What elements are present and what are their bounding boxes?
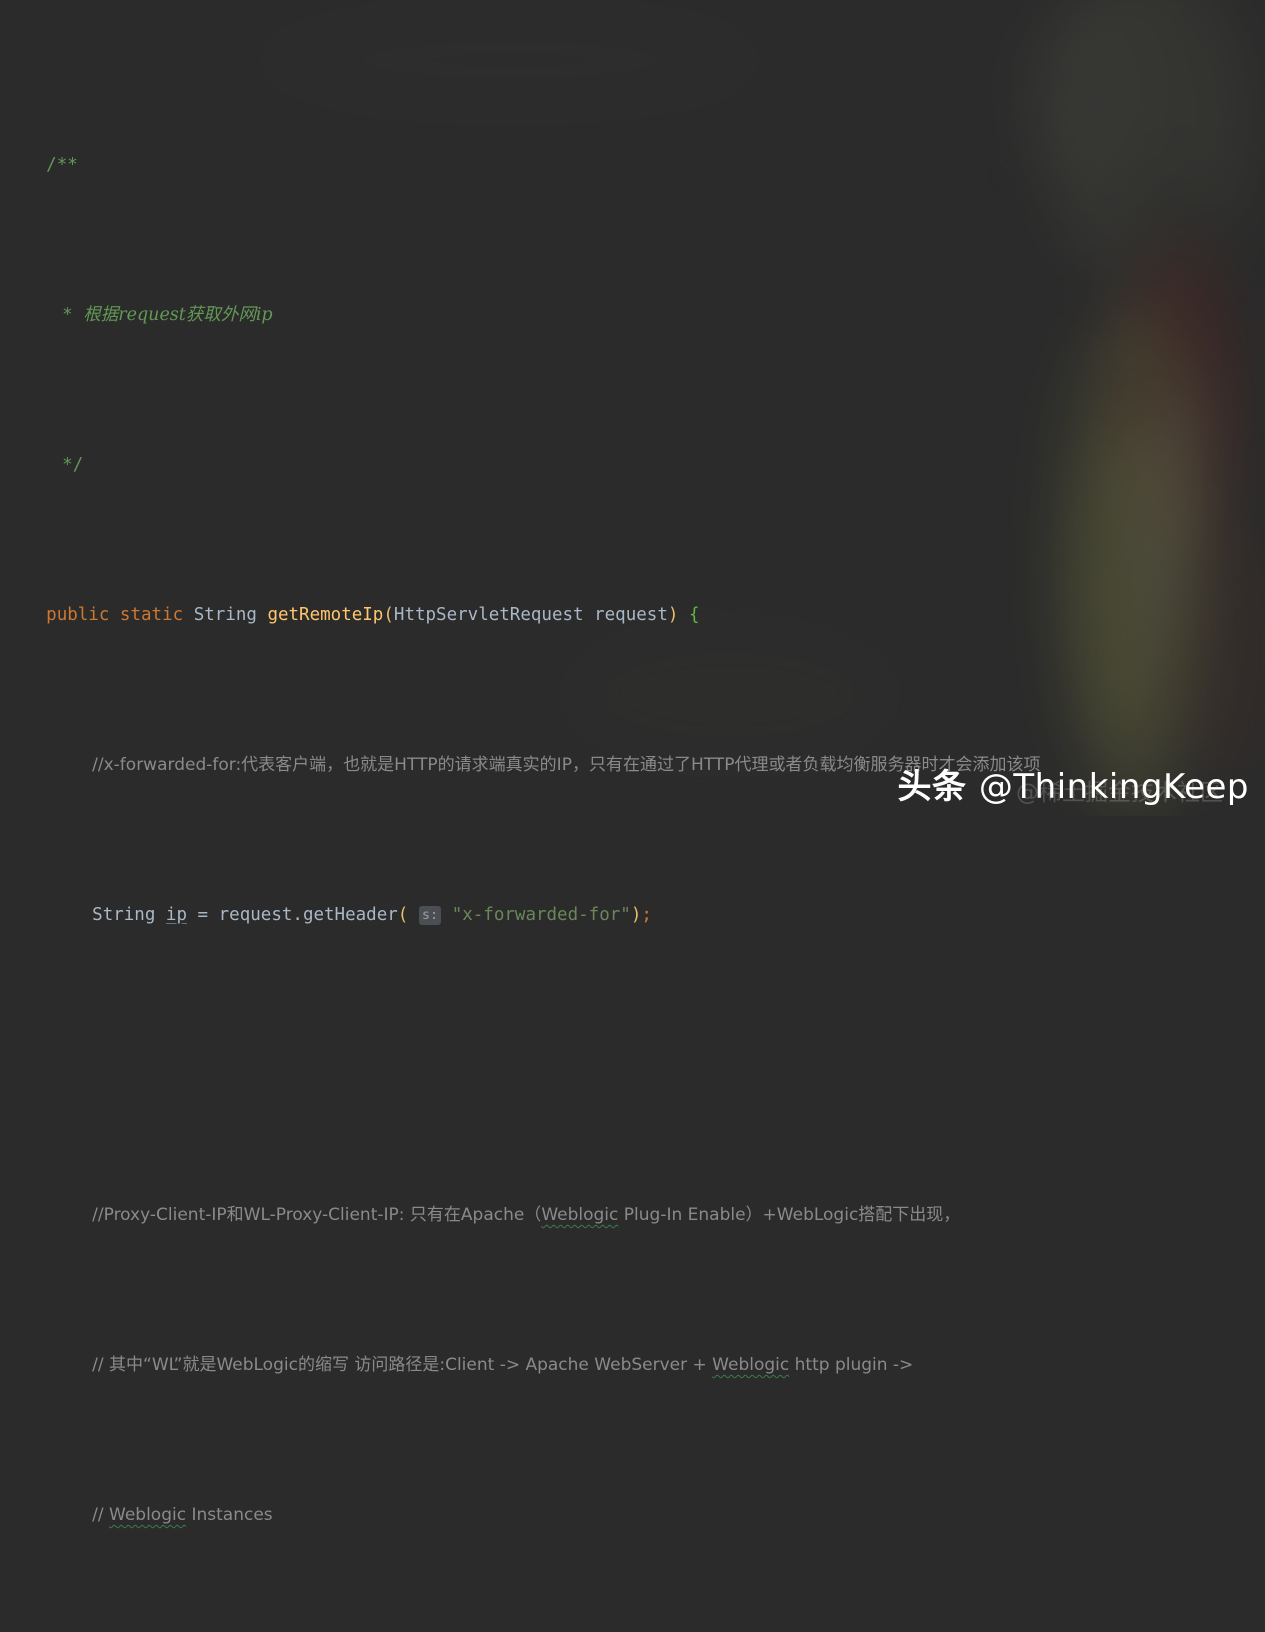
comment-path-c: http plugin -> bbox=[789, 1355, 914, 1375]
code-editor[interactable]: /** * 根据request获取外网ip */ public static S… bbox=[0, 0, 1265, 1525]
keyword-static: static bbox=[119, 605, 184, 625]
watermark-toutiao: 头条 @ThinkingKeep bbox=[898, 766, 1249, 808]
param-name: request bbox=[594, 605, 668, 625]
javadoc-star: * bbox=[62, 305, 73, 325]
comment-instances-a: // bbox=[92, 1505, 110, 1525]
semicolon: ; bbox=[641, 905, 652, 925]
assign-operator: = bbox=[197, 905, 209, 925]
comment-typo-weblogic: Weblogic bbox=[712, 1355, 790, 1375]
comment-path-a: // 其中“WL”就是WebLogic的缩写 访问路径是:Client -> A… bbox=[92, 1355, 713, 1375]
comment-typo-weblogic: Weblogic bbox=[541, 1205, 619, 1225]
paren-close: ) bbox=[667, 605, 679, 625]
code-line[interactable]: * 根据request获取外网ip bbox=[0, 270, 1265, 325]
code-line[interactable]: /** bbox=[0, 120, 1265, 175]
dot: . bbox=[292, 905, 303, 925]
paren-open: ( bbox=[383, 605, 394, 625]
watermark-handle: @ThinkingKeep bbox=[978, 767, 1249, 807]
method-name: getRemoteIp bbox=[267, 605, 384, 625]
paren-close: ) bbox=[630, 905, 642, 925]
return-type: String bbox=[193, 605, 257, 625]
code-line[interactable]: */ bbox=[0, 420, 1265, 475]
variable-ip: ip bbox=[165, 905, 187, 925]
receiver-request: request bbox=[218, 905, 293, 925]
code-line-blank[interactable] bbox=[0, 1020, 1265, 1050]
code-line[interactable]: String ip = request.getHeader( s: "x-for… bbox=[0, 870, 1265, 925]
keyword-public: public bbox=[46, 605, 110, 625]
call-get-header: getHeader bbox=[302, 905, 398, 925]
param-hint-chip: s: bbox=[418, 905, 442, 925]
watermark-platform: 头条 bbox=[897, 767, 967, 807]
comment-typo-weblogic: Weblogic bbox=[109, 1505, 187, 1525]
comment-instances-c: Instances bbox=[186, 1505, 273, 1525]
string-x-forwarded-for: "x-forwarded-for" bbox=[451, 905, 631, 925]
comment-proxy-client-ip-c: Plug-In Enable）+WebLogic搭配下出现， bbox=[618, 1205, 961, 1225]
code-line-method-signature[interactable]: public static String getRemoteIp(HttpSer… bbox=[0, 570, 1265, 625]
paren-open: ( bbox=[397, 905, 409, 925]
code-line-comment[interactable]: // 其中“WL”就是WebLogic的缩写 访问路径是:Client -> A… bbox=[0, 1320, 1265, 1375]
javadoc-open: /** bbox=[46, 155, 78, 175]
code-line-if[interactable]: if (ip == null || ip.length() == 0 || "u… bbox=[0, 1620, 1265, 1632]
javadoc-close: */ bbox=[62, 455, 84, 475]
code-line-comment[interactable]: //Proxy-Client-IP和WL-Proxy-Client-IP: 只有… bbox=[0, 1170, 1265, 1225]
code-line-comment[interactable]: //x-forwarded-for:代表客户端，也就是HTTP的请求端真实的IP… bbox=[0, 720, 1265, 775]
param-type: HttpServletRequest bbox=[393, 605, 584, 625]
javadoc-description: 根据request获取外网ip bbox=[83, 305, 273, 325]
comment-proxy-client-ip-a: //Proxy-Client-IP和WL-Proxy-Client-IP: 只有… bbox=[92, 1205, 542, 1225]
brace-open: { bbox=[688, 605, 700, 625]
code-line-comment[interactable]: // Weblogic Instances bbox=[0, 1470, 1265, 1525]
var-type: String bbox=[92, 905, 156, 925]
